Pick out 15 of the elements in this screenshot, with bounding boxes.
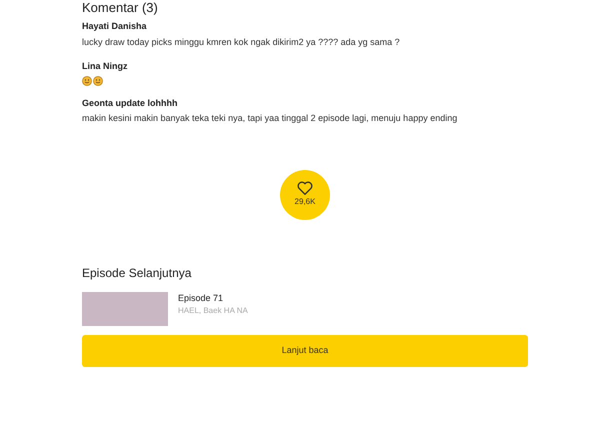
section-heading: Episode Selanjutnya: [82, 264, 192, 282]
heart-icon: [297, 181, 313, 195]
next-episode-item[interactable]: Episode 71 HAEL, Baek HA NA: [82, 292, 528, 326]
comment-text: makin kesini makin banyak teka teki nya, tapi yaa tinggal 2 episode lagi, menuju happy ending: [82, 112, 458, 125]
episode-title: Episode 71: [178, 292, 224, 305]
comments-heading: Komentar (3): [82, 0, 159, 16]
smiley-icon: [82, 76, 92, 86]
comment-author: Lina Ningz: [82, 60, 128, 73]
comment-author: Hayati Danisha: [82, 20, 148, 33]
smiley-icon: [93, 76, 103, 86]
episode-authors: HAEL, Baek HA NA: [178, 305, 248, 317]
like-button[interactable]: 29,6K: [280, 170, 330, 220]
continue-reading-button[interactable]: Lanjut baca: [82, 334, 528, 366]
comment-author: Geonta update lohhhh: [82, 96, 178, 110]
comment-text: lucky draw today picks minggu kmren kok ngak dikirim2 ya ???? ada yg sama ?: [82, 36, 401, 49]
